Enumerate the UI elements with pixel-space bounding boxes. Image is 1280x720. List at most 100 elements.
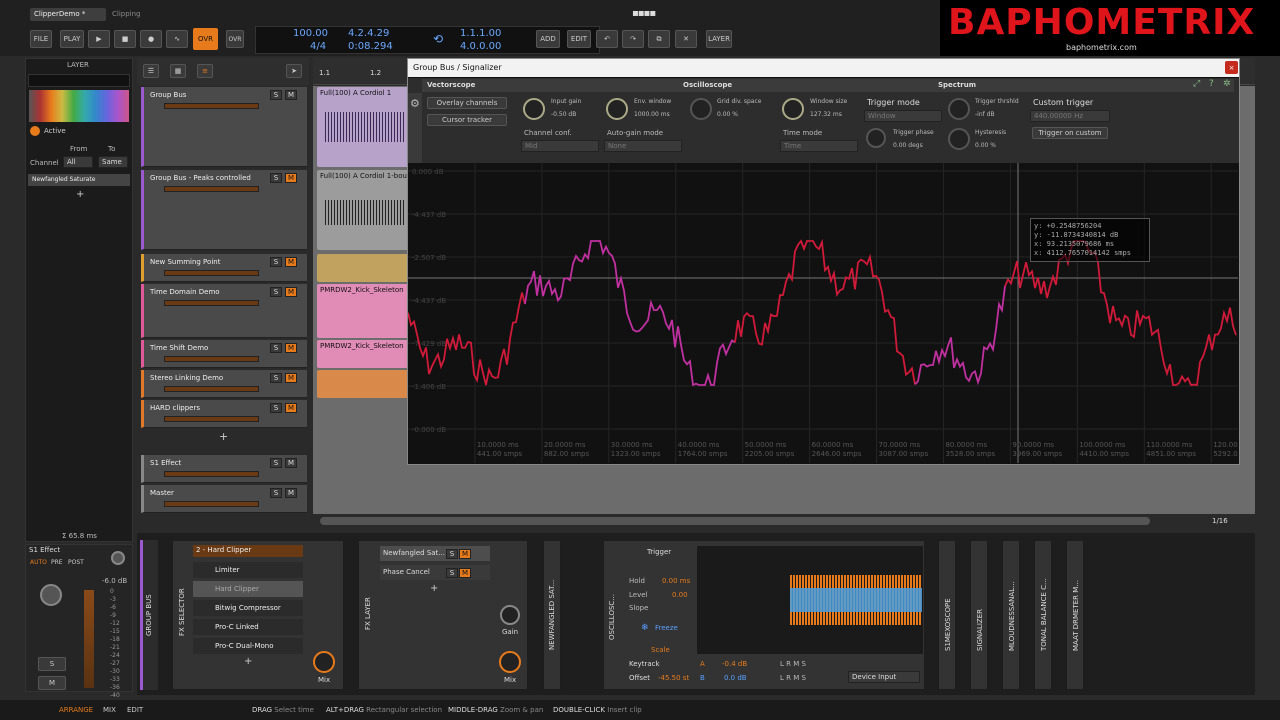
- lrms-b[interactable]: L R M S: [780, 674, 806, 682]
- channel-b-value[interactable]: 0.0 dB: [724, 674, 747, 682]
- chain-item[interactable]: Pro-C Dual-Mono: [193, 638, 303, 654]
- ovr-launcher-button[interactable]: OVR: [226, 30, 244, 48]
- summing-clip[interactable]: [317, 254, 412, 282]
- freeze-icon[interactable]: ❄: [641, 623, 649, 633]
- mute-button[interactable]: M: [38, 676, 66, 690]
- auto-gain-select[interactable]: None: [604, 140, 682, 152]
- track-header[interactable]: Time Shift Demo S M: [141, 340, 307, 368]
- project-tab[interactable]: ClipperDemo *: [30, 8, 106, 21]
- track-header[interactable]: Master S M: [141, 485, 307, 513]
- trigger-phase-knob[interactable]: [866, 128, 886, 148]
- pre-button[interactable]: PRE: [51, 559, 63, 566]
- track-mute[interactable]: M: [285, 373, 297, 383]
- track-mute[interactable]: M: [285, 343, 297, 353]
- loop-icon[interactable]: ⟲: [433, 32, 443, 46]
- track-header[interactable]: HARD clippers S M: [141, 400, 307, 428]
- track-solo[interactable]: S: [270, 403, 282, 413]
- level-value[interactable]: 0.00: [672, 591, 688, 599]
- active-icon[interactable]: [30, 126, 40, 136]
- track-volume[interactable]: [164, 186, 259, 192]
- mix-knob-1[interactable]: [313, 651, 335, 673]
- oscilloscope-tab[interactable]: Oscilloscope: [683, 81, 732, 89]
- add-button[interactable]: ADD: [536, 30, 560, 48]
- track-volume[interactable]: [164, 300, 259, 306]
- loop-start[interactable]: 1.1.1.00: [460, 28, 501, 39]
- layer-2-mute[interactable]: M: [459, 568, 471, 578]
- track-solo[interactable]: S: [270, 287, 282, 297]
- expand-icon[interactable]: ⤢: [1193, 79, 1200, 89]
- plugin-close-icon[interactable]: ×: [1225, 61, 1238, 74]
- vectorscope-tab[interactable]: Vectorscope: [427, 81, 475, 89]
- play-icon[interactable]: ▶: [88, 30, 110, 48]
- gain-knob[interactable]: [500, 605, 520, 625]
- kick-clip-1[interactable]: PMRDW2_Kick_Skeleton: [317, 284, 412, 338]
- chain-item[interactable]: Bitwig Compressor: [193, 600, 303, 616]
- device-chip[interactable]: Newfangled Saturate: [28, 174, 130, 186]
- device-input-select[interactable]: Device Input: [848, 671, 920, 683]
- track-mute[interactable]: M: [285, 90, 297, 100]
- spectrum-tab[interactable]: Spectrum: [938, 81, 976, 89]
- track-solo[interactable]: S: [270, 373, 282, 383]
- track-volume[interactable]: [164, 471, 259, 477]
- project-tab-2[interactable]: Clipping: [112, 10, 141, 18]
- add-track-icon[interactable]: +: [219, 430, 228, 443]
- edit-button[interactable]: EDIT: [567, 30, 591, 48]
- name-field[interactable]: [28, 74, 130, 87]
- ovr-button[interactable]: OVR: [193, 28, 218, 50]
- trigger-mode-select[interactable]: Window: [864, 110, 942, 122]
- track-solo[interactable]: S: [270, 458, 282, 468]
- time-signature[interactable]: 4/4: [310, 41, 326, 52]
- position-time[interactable]: 0:08.294: [348, 41, 393, 52]
- offset-value[interactable]: -45.50 st: [658, 674, 689, 682]
- track-volume[interactable]: [164, 356, 259, 362]
- delete-icon[interactable]: ✕: [675, 30, 697, 48]
- settings-gear-icon[interactable]: ⚙: [410, 97, 420, 110]
- to-select[interactable]: Same: [98, 156, 128, 168]
- audio-clip-1[interactable]: Full(100) A Cordiol 1: [317, 87, 412, 167]
- track-header[interactable]: Stereo Linking Demo S M: [141, 370, 307, 398]
- track-mute[interactable]: M: [285, 403, 297, 413]
- track-header[interactable]: Group Bus - Peaks controlled S M: [141, 170, 307, 250]
- solo-button[interactable]: S: [38, 657, 66, 671]
- cursor-tracker-button[interactable]: Cursor tracker: [427, 114, 507, 126]
- tempo[interactable]: 100.00: [293, 28, 328, 39]
- time-mode-select[interactable]: Time: [780, 140, 858, 152]
- layer-button[interactable]: LAYER: [706, 30, 732, 48]
- plugin-device[interactable]: TONAL BALANCE C...: [1034, 540, 1052, 690]
- automation-icon[interactable]: ∿: [166, 30, 188, 48]
- auto-button[interactable]: AUTO: [30, 559, 47, 566]
- track-volume[interactable]: [164, 270, 259, 276]
- track-mute[interactable]: M: [285, 488, 297, 498]
- track-header[interactable]: Time Domain Demo S M: [141, 284, 307, 338]
- track-mute[interactable]: M: [285, 287, 297, 297]
- stereo-clip[interactable]: [317, 370, 412, 398]
- track-solo[interactable]: S: [270, 257, 282, 267]
- track-volume[interactable]: [164, 416, 259, 422]
- stop-icon[interactable]: ■: [114, 30, 136, 48]
- input-gain-knob[interactable]: [523, 98, 545, 120]
- custom-trigger-input[interactable]: 440.00000 Hz: [1030, 110, 1110, 122]
- track-volume[interactable]: [164, 501, 259, 507]
- channel-a-value[interactable]: -0.4 dB: [722, 660, 747, 668]
- edit-tab[interactable]: EDIT: [127, 706, 143, 714]
- post-button[interactable]: POST: [68, 559, 84, 566]
- track-solo[interactable]: S: [270, 173, 282, 183]
- chain-item[interactable]: Limiter: [193, 562, 303, 578]
- env-window-knob[interactable]: [606, 98, 628, 120]
- layer-2[interactable]: Phase Cancel: [380, 565, 490, 580]
- lrms-a[interactable]: L R M S: [780, 660, 806, 668]
- oscilloscope-display[interactable]: 0.000 dB -4.437 dB -2.507 dB -4.437 dB -7.42…: [408, 163, 1238, 463]
- file-button[interactable]: FILE: [30, 30, 52, 48]
- list-icon[interactable]: ☰: [143, 64, 159, 78]
- undo-icon[interactable]: ↶: [596, 30, 618, 48]
- play-menu-button[interactable]: PLAY: [60, 30, 84, 48]
- trigger-threshold-knob[interactable]: [948, 98, 970, 120]
- knob-small-icon[interactable]: [111, 551, 125, 565]
- add-chain-icon[interactable]: +: [244, 656, 252, 667]
- layer-1-mute[interactable]: M: [459, 549, 471, 559]
- mix-knob-2[interactable]: [499, 651, 521, 673]
- window-size-knob[interactable]: [782, 98, 804, 120]
- kick-clip-2[interactable]: PMRDW2_Kick_Skeleton: [317, 340, 412, 368]
- overlay-channels-button[interactable]: Overlay channels: [427, 97, 507, 109]
- layer-1[interactable]: Newfangled Sat...: [380, 546, 490, 561]
